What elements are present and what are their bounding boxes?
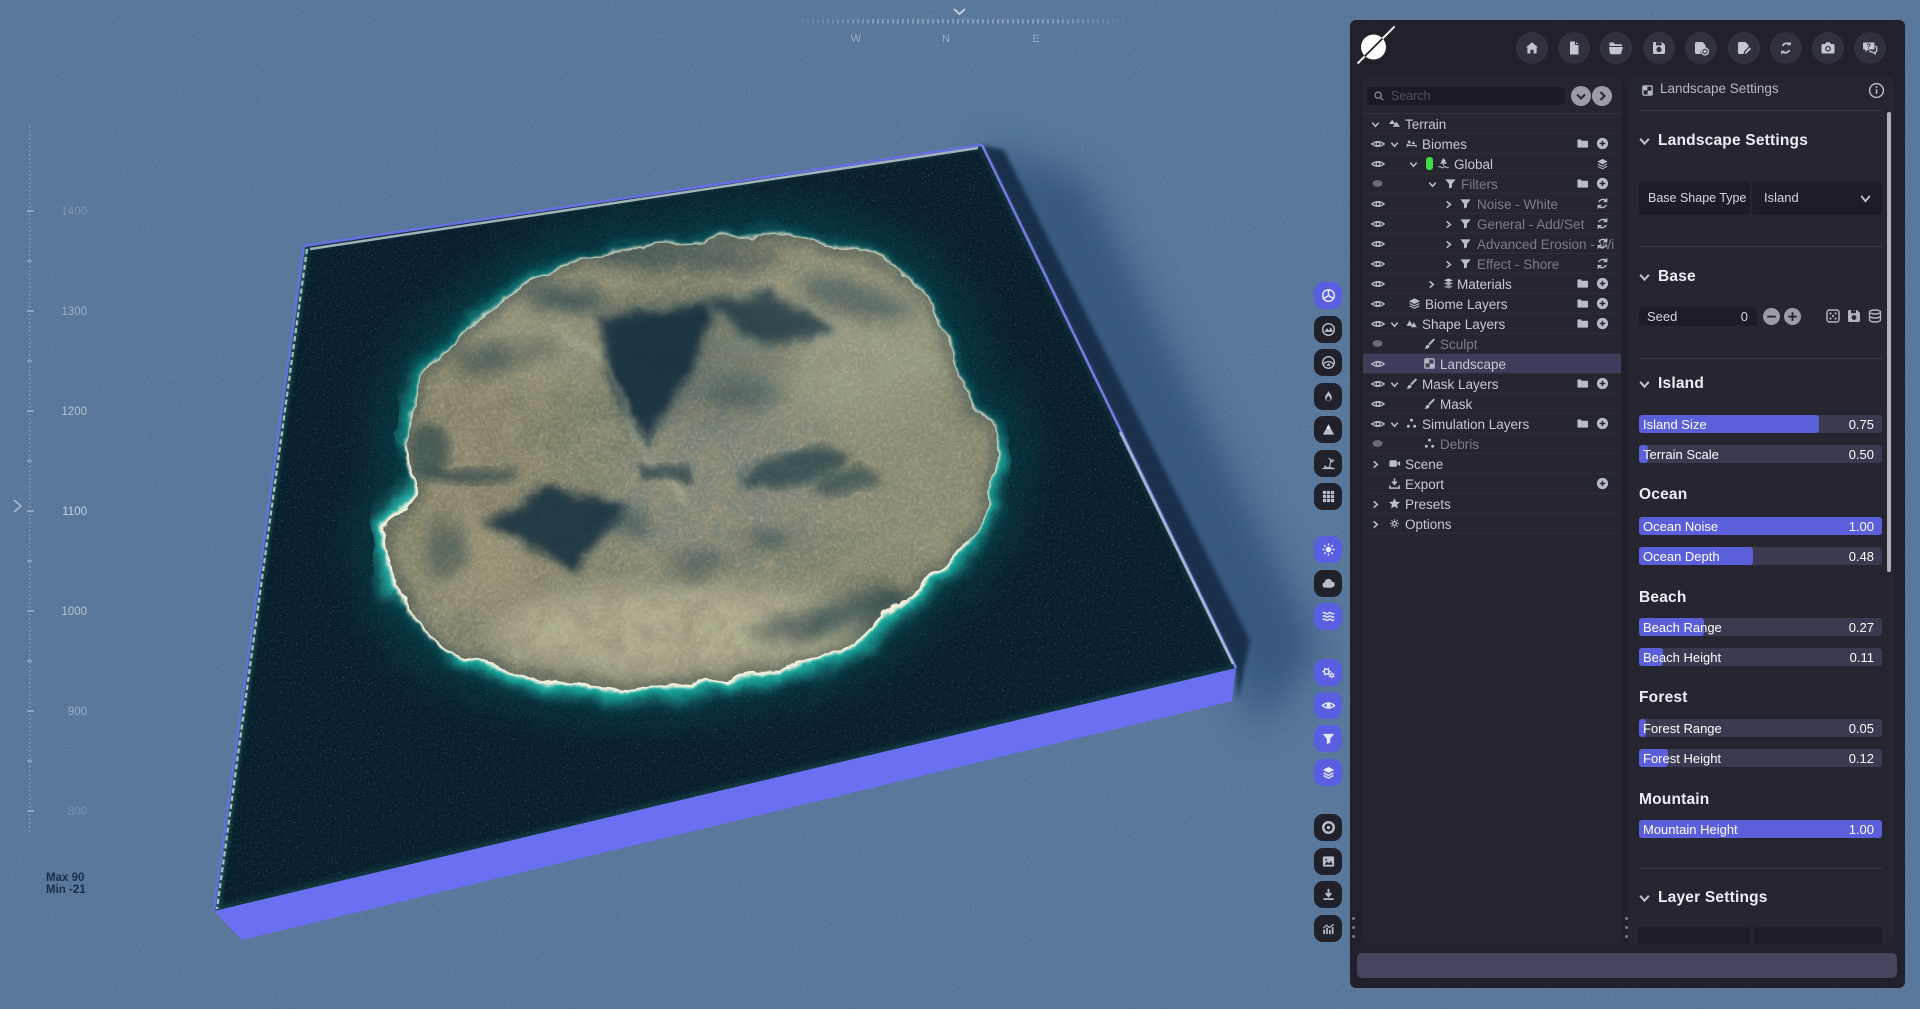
svg-text:N: N bbox=[942, 33, 950, 45]
svg-text:E: E bbox=[1032, 33, 1039, 45]
svg-text:1300: 1300 bbox=[61, 306, 87, 318]
svg-text:?: ? bbox=[1866, 41, 1871, 50]
svg-text:Max 90: Max 90 bbox=[46, 872, 84, 884]
svg-text:800: 800 bbox=[68, 806, 87, 818]
svg-text:W: W bbox=[851, 33, 862, 45]
svg-text:1200: 1200 bbox=[61, 406, 87, 418]
svg-text:1400: 1400 bbox=[61, 206, 87, 218]
svg-text:Min -21: Min -21 bbox=[46, 884, 86, 896]
svg-text:1100: 1100 bbox=[62, 506, 87, 518]
svg-text:1000: 1000 bbox=[61, 606, 87, 618]
svg-text:900: 900 bbox=[68, 706, 87, 718]
